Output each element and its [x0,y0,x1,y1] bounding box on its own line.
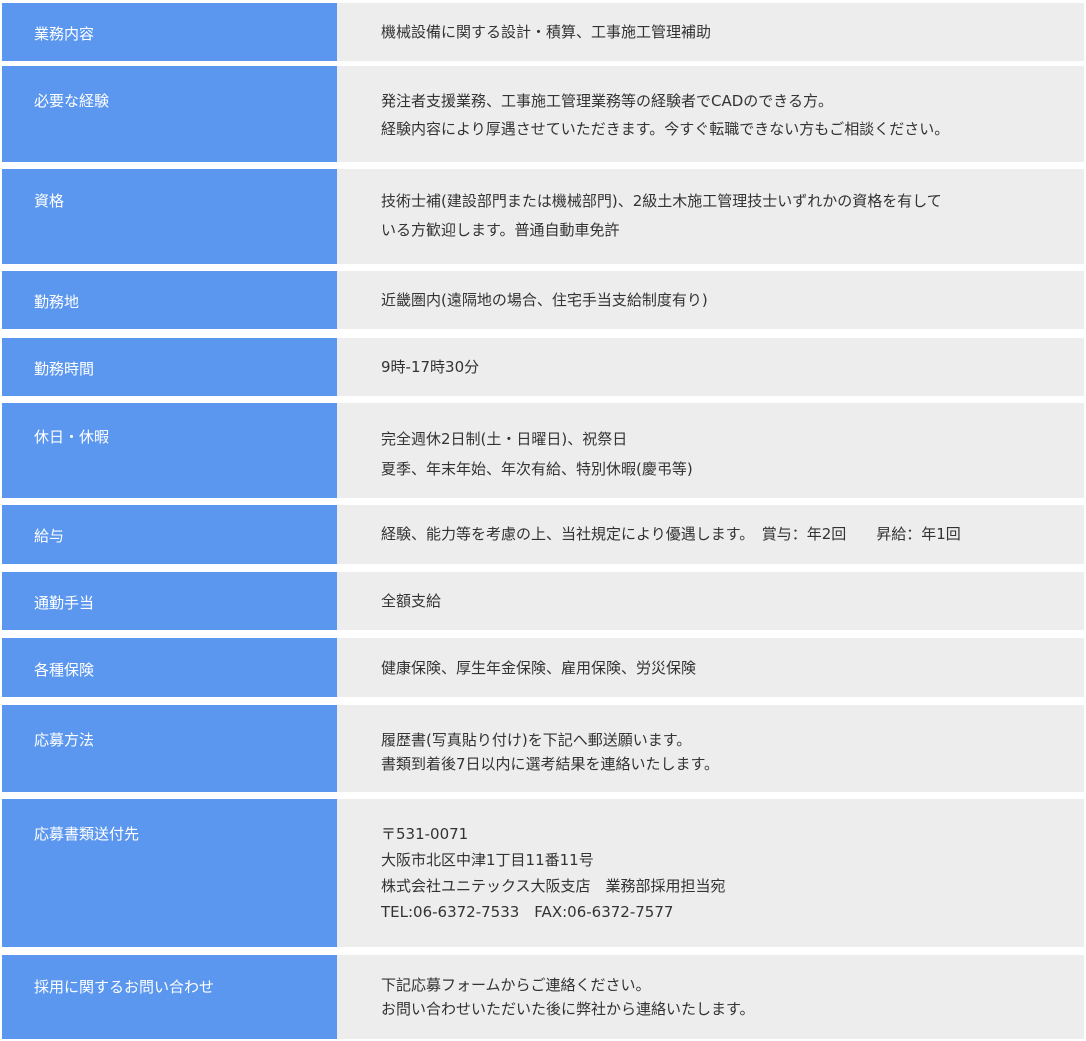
row-content-line: 完全週休2日制(土・日曜日)、祝祭日 [381,430,628,448]
row-label: 通勤手当 [34,594,95,612]
row-label-cell: 業務内容 [2,3,350,61]
row-content-line: 下記応募フォームからご連絡ください。 [381,976,651,994]
row-content-line: 技術士補(建設部門または機械部門)、2級土木施工管理技士いずれかの資格を有して [381,192,942,210]
row-content-cell: 全額支給 [337,572,1084,630]
row-content-cell: 経験、能力等を考慮の上、当社規定により優遇します。 賞与：年2回 昇給：年1回 [337,505,1084,564]
row-label: 資格 [34,192,65,210]
row-content-line: 全額支給 [381,592,442,610]
row-application-address: 応募書類送付先 〒531-0071 大阪市北区中津1丁目11番11号 株式会社ユ… [2,799,1084,947]
row-application-method: 応募方法 履歴書(写真貼り付け)を下記へ郵送願います。 書類到着後7日以内に選考… [2,705,1084,792]
row-salary: 給与 経験、能力等を考慮の上、当社規定により優遇します。 賞与：年2回 昇給：年… [2,505,1084,564]
row-required-experience: 必要な経験 発注者支援業務、工事施工管理業務等の経験者でCADのできる方。 経験… [2,66,1084,162]
row-label: 勤務地 [34,293,80,311]
row-holidays: 休日・休暇 完全週休2日制(土・日曜日)、祝祭日 夏季、年末年始、年次有給、特別… [2,403,1084,498]
row-label: 採用に関するお問い合わせ [34,978,215,996]
row-content-line: 経験内容により厚遇させていただきます。今すぐ転職できない方もご相談ください。 [381,120,950,138]
row-insurance: 各種保険 健康保険、厚生年金保険、雇用保険、労災保険 [2,638,1084,697]
row-content-cell: 履歴書(写真貼り付け)を下記へ郵送願います。 書類到着後7日以内に選考結果を連絡… [337,705,1084,792]
row-content-cell: 機械設備に関する設計・積算、工事施工管理補助 [337,3,1084,61]
row-label-cell: 勤務地 [2,271,350,329]
row-label: 勤務時間 [34,360,95,378]
row-work-location: 勤務地 近畿圏内(遠隔地の場合、住宅手当支給制度有り) [2,271,1084,329]
row-job-description: 業務内容 機械設備に関する設計・積算、工事施工管理補助 [2,3,1084,61]
company-department: 株式会社ユニテックス大阪支店 業務部採用担当宛 [381,877,726,895]
row-label-cell: 資格 [2,169,350,264]
phone-fax: TEL:06-6372-7533 FAX:06-6372-7577 [381,903,674,921]
row-content-line: 健康保険、厚生年金保険、雇用保険、労災保険 [381,659,697,677]
row-work-hours: 勤務時間 9時-17時30分 [2,338,1084,396]
row-label-cell: 採用に関するお問い合わせ [2,955,350,1039]
row-label-cell: 各種保険 [2,638,350,697]
row-content-cell: 完全週休2日制(土・日曜日)、祝祭日 夏季、年末年始、年次有給、特別休暇(慶弔等… [337,403,1084,498]
row-content-cell: 9時-17時30分 [337,338,1084,396]
row-content-line: 発注者支援業務、工事施工管理業務等の経験者でCADのできる方。 [381,92,833,110]
row-content-cell: 発注者支援業務、工事施工管理業務等の経験者でCADのできる方。 経験内容により厚… [337,66,1084,162]
row-recruitment-inquiry: 採用に関するお問い合わせ 下記応募フォームからご連絡ください。 お問い合わせいた… [2,955,1084,1039]
row-content-line: 経験、能力等を考慮の上、当社規定により優遇します。 賞与：年2回 昇給：年1回 [381,525,961,543]
row-content-line: お問い合わせいただいた後に弊社から連絡いたします。 [381,1000,755,1018]
row-content-line: 9時-17時30分 [381,358,480,376]
row-label: 応募方法 [34,731,95,749]
row-label: 給与 [34,527,65,545]
row-label-cell: 必要な経験 [2,66,350,162]
row-label: 業務内容 [34,25,95,43]
row-label: 休日・休暇 [34,428,110,446]
row-label-cell: 給与 [2,505,350,564]
row-content-cell: 健康保険、厚生年金保険、雇用保険、労災保険 [337,638,1084,697]
row-label-cell: 休日・休暇 [2,403,350,498]
row-label-cell: 勤務時間 [2,338,350,396]
postal-code: 〒531-0071 [381,825,469,843]
row-label: 必要な経験 [34,92,110,110]
row-content-cell: 技術士補(建設部門または機械部門)、2級土木施工管理技士いずれかの資格を有して … [337,169,1084,264]
row-label-cell: 応募方法 [2,705,350,792]
row-content-line: 書類到着後7日以内に選考結果を連絡いたします。 [381,755,720,773]
row-content-cell: 下記応募フォームからご連絡ください。 お問い合わせいただいた後に弊社から連絡いた… [337,955,1084,1039]
job-details-table: { "rows": [ {"label": "業務内容", "lines": [… [0,0,1086,1041]
row-content-line: 夏季、年末年始、年次有給、特別休暇(慶弔等) [381,460,693,478]
row-content-cell: 〒531-0071 大阪市北区中津1丁目11番11号 株式会社ユニテックス大阪支… [337,799,1084,947]
row-label-cell: 応募書類送付先 [2,799,350,947]
street-address: 大阪市北区中津1丁目11番11号 [381,851,594,869]
row-qualifications: 資格 技術士補(建設部門または機械部門)、2級土木施工管理技士いずれかの資格を有… [2,169,1084,264]
row-content-line: 履歴書(写真貼り付け)を下記へ郵送願います。 [381,731,692,749]
row-commute-allowance: 通勤手当 全額支給 [2,572,1084,630]
row-label: 各種保険 [34,661,95,679]
row-content-line: いる方歓迎します。普通自動車免許 [381,221,620,239]
row-label-cell: 通勤手当 [2,572,350,630]
row-content-line: 機械設備に関する設計・積算、工事施工管理補助 [381,23,712,41]
row-label: 応募書類送付先 [34,825,140,843]
row-content-cell: 近畿圏内(遠隔地の場合、住宅手当支給制度有り) [337,271,1084,329]
row-content-line: 近畿圏内(遠隔地の場合、住宅手当支給制度有り) [381,291,708,309]
